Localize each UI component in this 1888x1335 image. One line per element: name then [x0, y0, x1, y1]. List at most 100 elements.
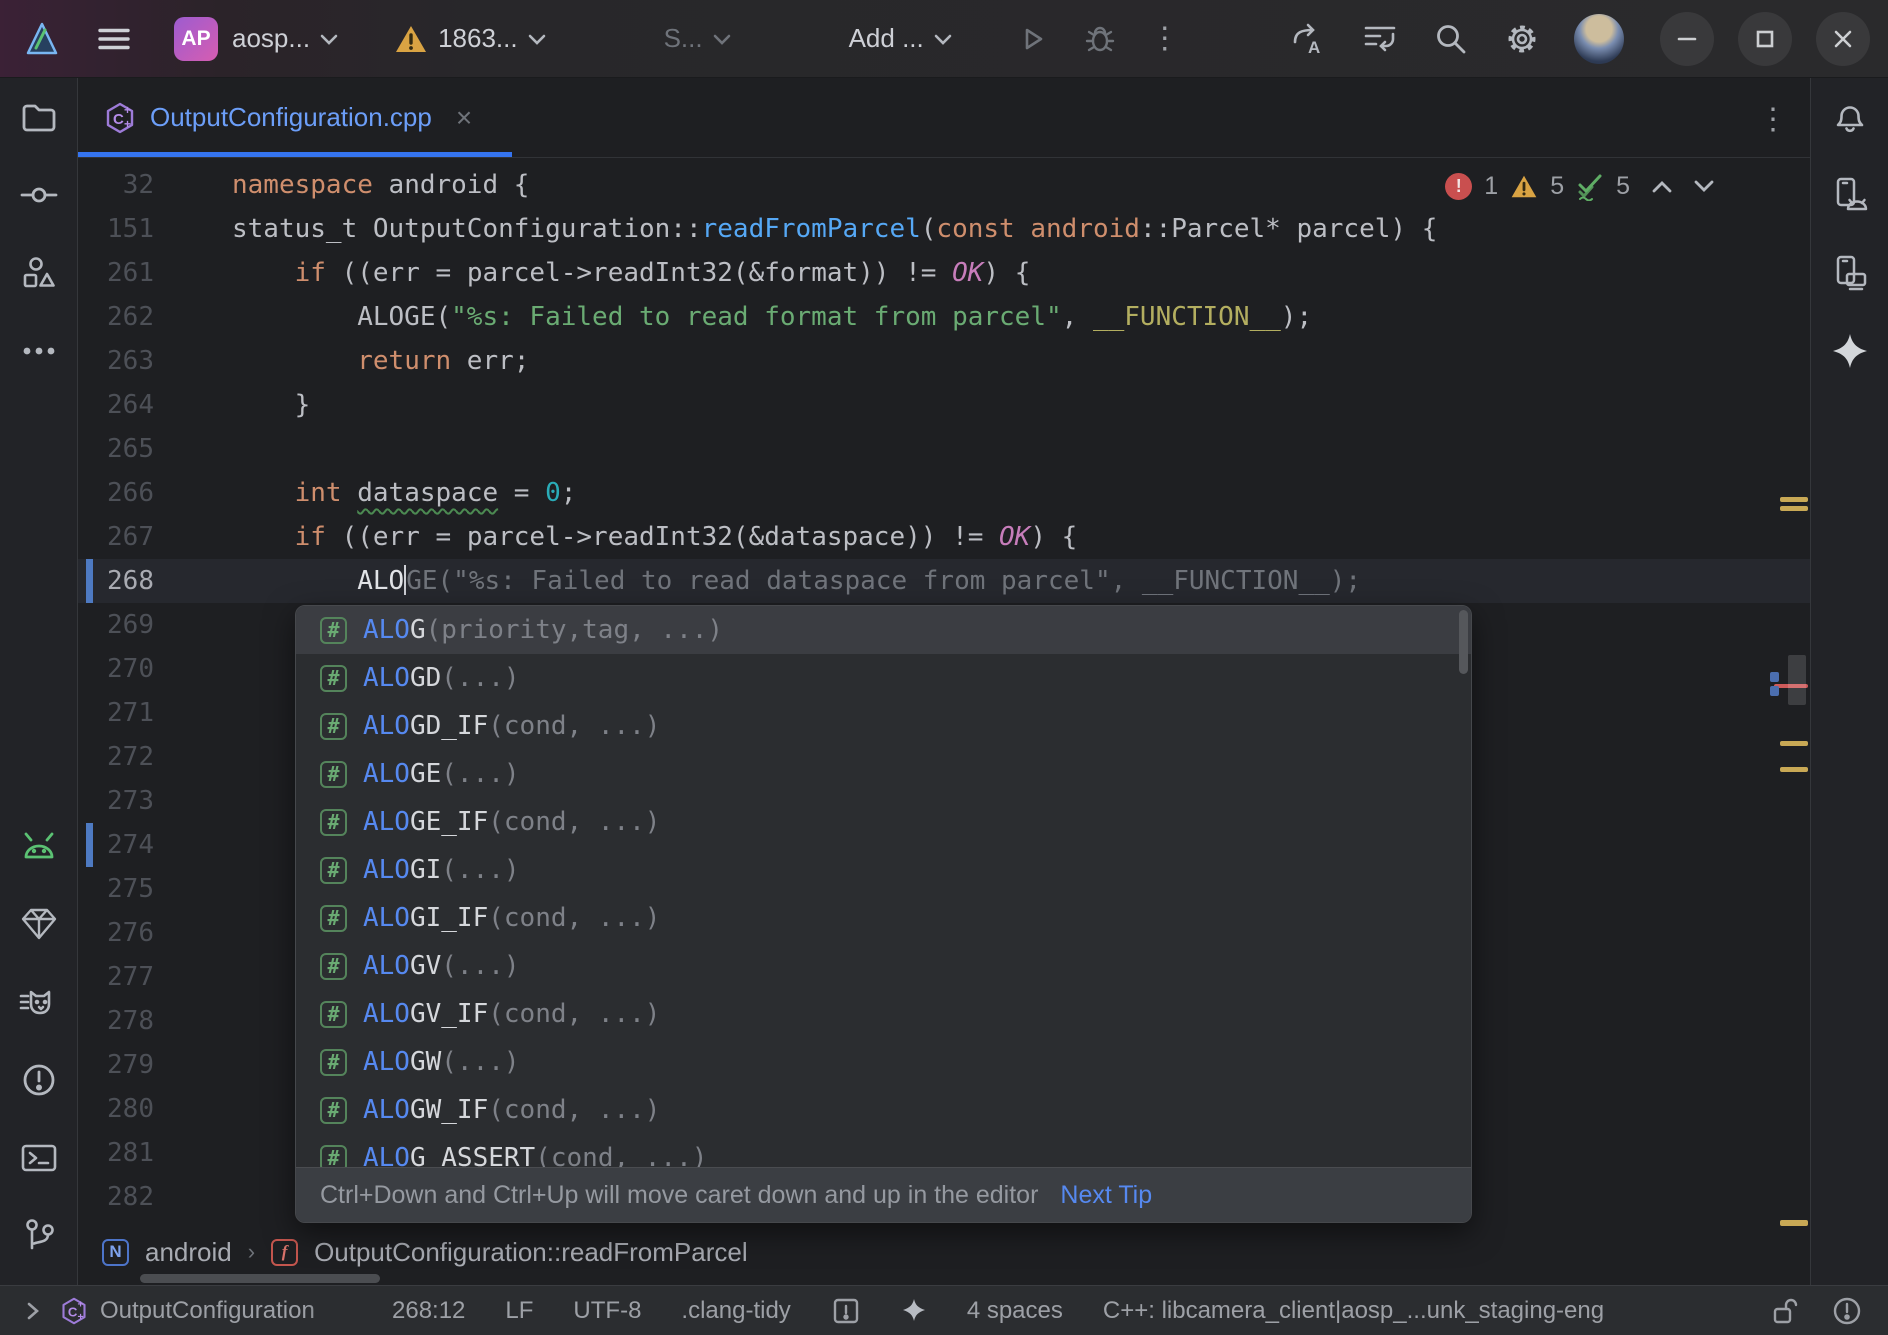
tab-close-icon[interactable]: ×: [456, 102, 472, 134]
completion-scrollbar[interactable]: [1459, 610, 1468, 674]
line-number[interactable]: 278: [78, 999, 232, 1043]
tab-outputconfiguration-cpp[interactable]: C++ OutputConfiguration.cpp ×: [78, 78, 512, 157]
line-number[interactable]: 276: [78, 911, 232, 955]
code-line-264[interactable]: 264 }: [78, 383, 1810, 427]
line-number[interactable]: 277: [78, 955, 232, 999]
line-number[interactable]: 269: [78, 603, 232, 647]
more-actions-kebab-icon[interactable]: ⋮: [1150, 21, 1180, 56]
line-number[interactable]: 261: [78, 251, 232, 295]
code-line-263[interactable]: 263 return err;: [78, 339, 1810, 383]
terminal-tool-icon[interactable]: [0, 1119, 78, 1197]
completion-item-alogv_if[interactable]: #ALOGV_IF(cond, ...): [296, 990, 1471, 1038]
completion-item-alogd[interactable]: #ALOGD(...): [296, 654, 1471, 702]
line-number[interactable]: 279: [78, 1043, 232, 1087]
line-number[interactable]: 273: [78, 779, 232, 823]
logcat-tool-icon[interactable]: [0, 807, 78, 885]
inspections-widget[interactable]: ! 1 5 5: [1445, 172, 1714, 201]
line-number[interactable]: 32: [78, 163, 232, 207]
line-number[interactable]: 271: [78, 691, 232, 735]
line-number[interactable]: 263: [78, 339, 232, 383]
app-quality-insights-tool-icon[interactable]: [0, 885, 78, 963]
local-history-icon[interactable]: [1362, 22, 1398, 56]
caret-position[interactable]: 268:12: [392, 1297, 465, 1325]
project-icon[interactable]: AP: [174, 17, 218, 61]
project-chevron-down-icon[interactable]: [320, 33, 338, 45]
fatal-error-icon[interactable]: [1832, 1296, 1862, 1326]
main-menu-icon[interactable]: [96, 21, 132, 57]
debug-button[interactable]: [1084, 23, 1116, 55]
line-number[interactable]: 266: [78, 471, 232, 515]
completion-item-alog[interactable]: #ALOG(priority,tag, ...): [296, 606, 1471, 654]
completion-item-alog_assert[interactable]: #ALOG_ASSERT(cond, ...): [296, 1134, 1471, 1169]
line-number[interactable]: 275: [78, 867, 232, 911]
profiler-tool-icon[interactable]: [0, 963, 78, 1041]
gemini-tool-icon[interactable]: [1811, 312, 1888, 390]
settings-gear-icon[interactable]: [1504, 21, 1540, 57]
reader-mode-icon[interactable]: [831, 1296, 861, 1326]
code-line-268[interactable]: 268 ALOGE("%s: Failed to read dataspace …: [78, 559, 1810, 603]
line-number[interactable]: 268: [78, 559, 232, 603]
run-config-chevron-down-icon[interactable]: [934, 33, 952, 45]
version-control-tool-icon[interactable]: [0, 1197, 78, 1275]
user-avatar[interactable]: [1574, 14, 1624, 64]
clang-tidy-widget[interactable]: .clang-tidy: [681, 1297, 790, 1325]
completion-item-alogv[interactable]: #ALOGV(...): [296, 942, 1471, 990]
notifications-bell-icon[interactable]: [1811, 78, 1888, 156]
more-tool-windows-icon[interactable]: [0, 312, 78, 390]
line-number[interactable]: 267: [78, 515, 232, 559]
running-devices-tool-icon[interactable]: [1811, 234, 1888, 312]
vcs-chevron-down-icon[interactable]: [528, 33, 546, 45]
breadcrumb-member[interactable]: OutputConfiguration::readFromParcel: [314, 1237, 748, 1268]
code-line-262[interactable]: 262 ALOGE("%s: Failed to read format fro…: [78, 295, 1810, 339]
line-number[interactable]: 280: [78, 1087, 232, 1131]
problems-tool-icon[interactable]: [0, 1041, 78, 1119]
previous-problem-chevron-up-icon[interactable]: [1652, 180, 1672, 193]
vcs-branch-selector[interactable]: 1863...: [438, 23, 518, 54]
indent-setting[interactable]: 4 spaces: [967, 1297, 1063, 1325]
window-close-button[interactable]: [1816, 12, 1870, 66]
next-problem-chevron-down-icon[interactable]: [1694, 180, 1714, 193]
search-everywhere-icon[interactable]: [1434, 22, 1468, 56]
completion-item-alogi_if[interactable]: #ALOGI_IF(cond, ...): [296, 894, 1471, 942]
completion-item-alogi[interactable]: #ALOGI(...): [296, 846, 1471, 894]
completion-item-alogw_if[interactable]: #ALOGW_IF(cond, ...): [296, 1086, 1471, 1134]
line-separator[interactable]: LF: [505, 1297, 533, 1325]
expand-chevron-right-icon[interactable]: [26, 1301, 40, 1321]
next-tip-link[interactable]: Next Tip: [1060, 1181, 1152, 1210]
commit-tool-icon[interactable]: [0, 156, 78, 234]
run-configuration-selector[interactable]: Add ...: [849, 23, 924, 54]
line-number[interactable]: 264: [78, 383, 232, 427]
device-manager-tool-icon[interactable]: [1811, 156, 1888, 234]
code-line-261[interactable]: 261 if ((err = parcel->readInt32(&format…: [78, 251, 1810, 295]
resolve-context[interactable]: C++: libcamera_client|aosp_...unk_stagin…: [1103, 1297, 1604, 1325]
run-button[interactable]: [1016, 23, 1048, 55]
line-number[interactable]: 272: [78, 735, 232, 779]
ai-rename-icon[interactable]: A: [1288, 20, 1326, 58]
code-line-267[interactable]: 267 if ((err = parcel->readInt32(&datasp…: [78, 515, 1810, 559]
file-encoding[interactable]: UTF-8: [573, 1297, 641, 1325]
line-number[interactable]: 274: [78, 823, 232, 867]
completion-item-alogw[interactable]: #ALOGW(...): [296, 1038, 1471, 1086]
completion-item-alogd_if[interactable]: #ALOGD_IF(cond, ...): [296, 702, 1471, 750]
line-number[interactable]: 265: [78, 427, 232, 471]
line-number[interactable]: 151: [78, 207, 232, 251]
tab-options-kebab-icon[interactable]: ⋮: [1758, 102, 1788, 137]
ai-sparkle-icon[interactable]: [901, 1298, 927, 1324]
line-number[interactable]: 282: [78, 1175, 232, 1219]
completion-item-aloge[interactable]: #ALOGE(...): [296, 750, 1471, 798]
project-tool-icon[interactable]: [0, 78, 78, 156]
vcs-warning-icon[interactable]: [394, 24, 428, 54]
project-selector[interactable]: aosp...: [232, 23, 310, 54]
line-number[interactable]: 270: [78, 647, 232, 691]
error-stripe-scrollbar[interactable]: [1770, 158, 1810, 1232]
window-maximize-button[interactable]: [1738, 12, 1792, 66]
statusbar-file-name[interactable]: OutputConfiguration: [100, 1297, 352, 1325]
completion-item-aloge_if[interactable]: #ALOGE_IF(cond, ...): [296, 798, 1471, 846]
device-selector[interactable]: S...: [664, 23, 703, 54]
code-line-265[interactable]: 265: [78, 427, 1810, 471]
code-line-151[interactable]: 151status_t OutputConfiguration::readFro…: [78, 207, 1810, 251]
line-number[interactable]: 281: [78, 1131, 232, 1175]
structure-tool-icon[interactable]: [0, 234, 78, 312]
window-minimize-button[interactable]: [1660, 12, 1714, 66]
breadcrumb-namespace[interactable]: android: [145, 1237, 232, 1268]
